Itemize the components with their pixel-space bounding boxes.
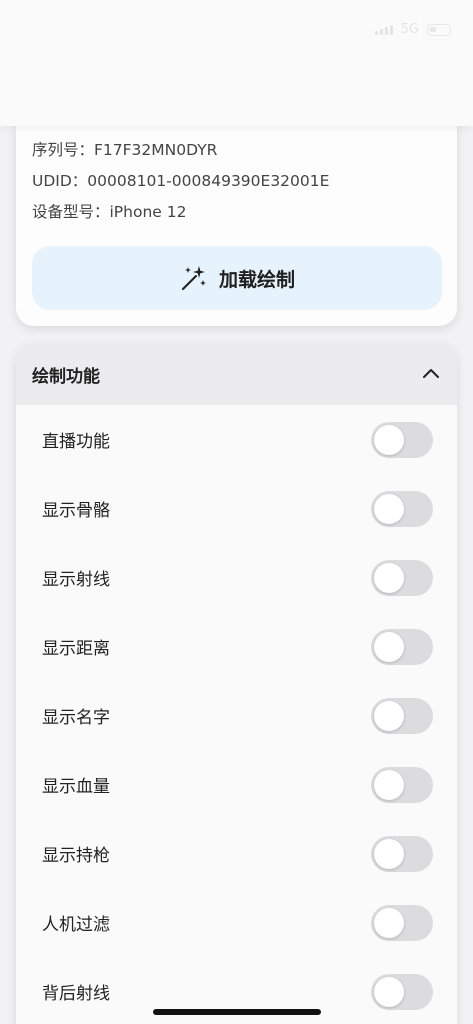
bot-filter-switch[interactable] — [371, 904, 433, 941]
top-bar: 5G — [0, 0, 473, 126]
switch-knob — [374, 700, 404, 731]
show-name-switch[interactable] — [371, 697, 433, 734]
toggle-row-weapon: 显示持枪 — [16, 819, 457, 888]
toggle-row-name: 显示名字 — [16, 681, 457, 750]
load-draw-label: 加载绘制 — [218, 269, 295, 291]
toggle-label: 显示骨骼 — [42, 501, 110, 521]
back-ray-switch[interactable] — [371, 973, 433, 1010]
show-ray-switch[interactable] — [371, 559, 433, 596]
show-skeleton-switch[interactable] — [371, 490, 433, 527]
serial-number: 序列号：F17F32MN0DYR — [32, 141, 218, 159]
toggle-row-distance: 显示距离 — [16, 612, 457, 681]
section-title: 绘制功能 — [32, 366, 100, 387]
switch-knob — [374, 424, 404, 455]
toggle-label: 显示距离 — [42, 639, 110, 659]
toggle-label: 显示名字 — [42, 708, 110, 728]
switch-knob — [374, 562, 404, 593]
toggle-label: 直播功能 — [42, 432, 110, 452]
status-indicators: 5G — [374, 22, 451, 37]
toggle-row-bot-filter: 人机过滤 — [16, 888, 457, 957]
load-draw-button[interactable]: 加载绘制 — [32, 246, 442, 310]
switch-knob — [374, 493, 404, 524]
network-type: 5G — [400, 22, 419, 37]
device-model: 设备型号：iPhone 12 — [32, 203, 187, 221]
switch-knob — [374, 838, 404, 869]
toggle-row-skeleton: 显示骨骼 — [16, 474, 457, 543]
show-weapon-switch[interactable] — [371, 835, 433, 872]
udid: UDID：00008101-000849390E32001E — [32, 172, 330, 190]
switch-knob — [374, 769, 404, 800]
magic-wand-sparkles-icon — [179, 263, 209, 293]
signal-icon — [374, 24, 393, 35]
show-distance-switch[interactable] — [371, 628, 433, 665]
switch-knob — [374, 907, 404, 938]
device-info-card: 序列号：F17F32MN0DYR UDID：00008101-000849390… — [16, 96, 457, 326]
toggle-label: 人机过滤 — [42, 915, 110, 935]
toggle-label: 显示射线 — [42, 570, 110, 590]
toggle-label: 背后射线 — [42, 984, 110, 1004]
switch-knob — [374, 976, 404, 1007]
switch-knob — [374, 631, 404, 662]
toggle-row-ray: 显示射线 — [16, 543, 457, 612]
home-indicator[interactable] — [153, 1009, 321, 1015]
toggle-row-live: 直播功能 — [16, 405, 457, 474]
live-mode-switch[interactable] — [371, 421, 433, 458]
toggle-label: 显示持枪 — [42, 846, 110, 866]
screen: 5G 序列号：F17F32MN0DYR UDID：00008101-000849… — [0, 0, 473, 1024]
toggle-label: 显示血量 — [42, 777, 110, 797]
battery-icon — [427, 23, 451, 36]
chevron-up-icon[interactable] — [421, 364, 441, 384]
toggle-row-health: 显示血量 — [16, 750, 457, 819]
show-health-switch[interactable] — [371, 766, 433, 803]
draw-feature-card: 绘制功能 直播功能 显示骨骼 显示射线 显示距离 显示名字 显示血量 显示持枪 … — [16, 343, 457, 1024]
draw-section-header[interactable]: 绘制功能 — [16, 343, 457, 405]
